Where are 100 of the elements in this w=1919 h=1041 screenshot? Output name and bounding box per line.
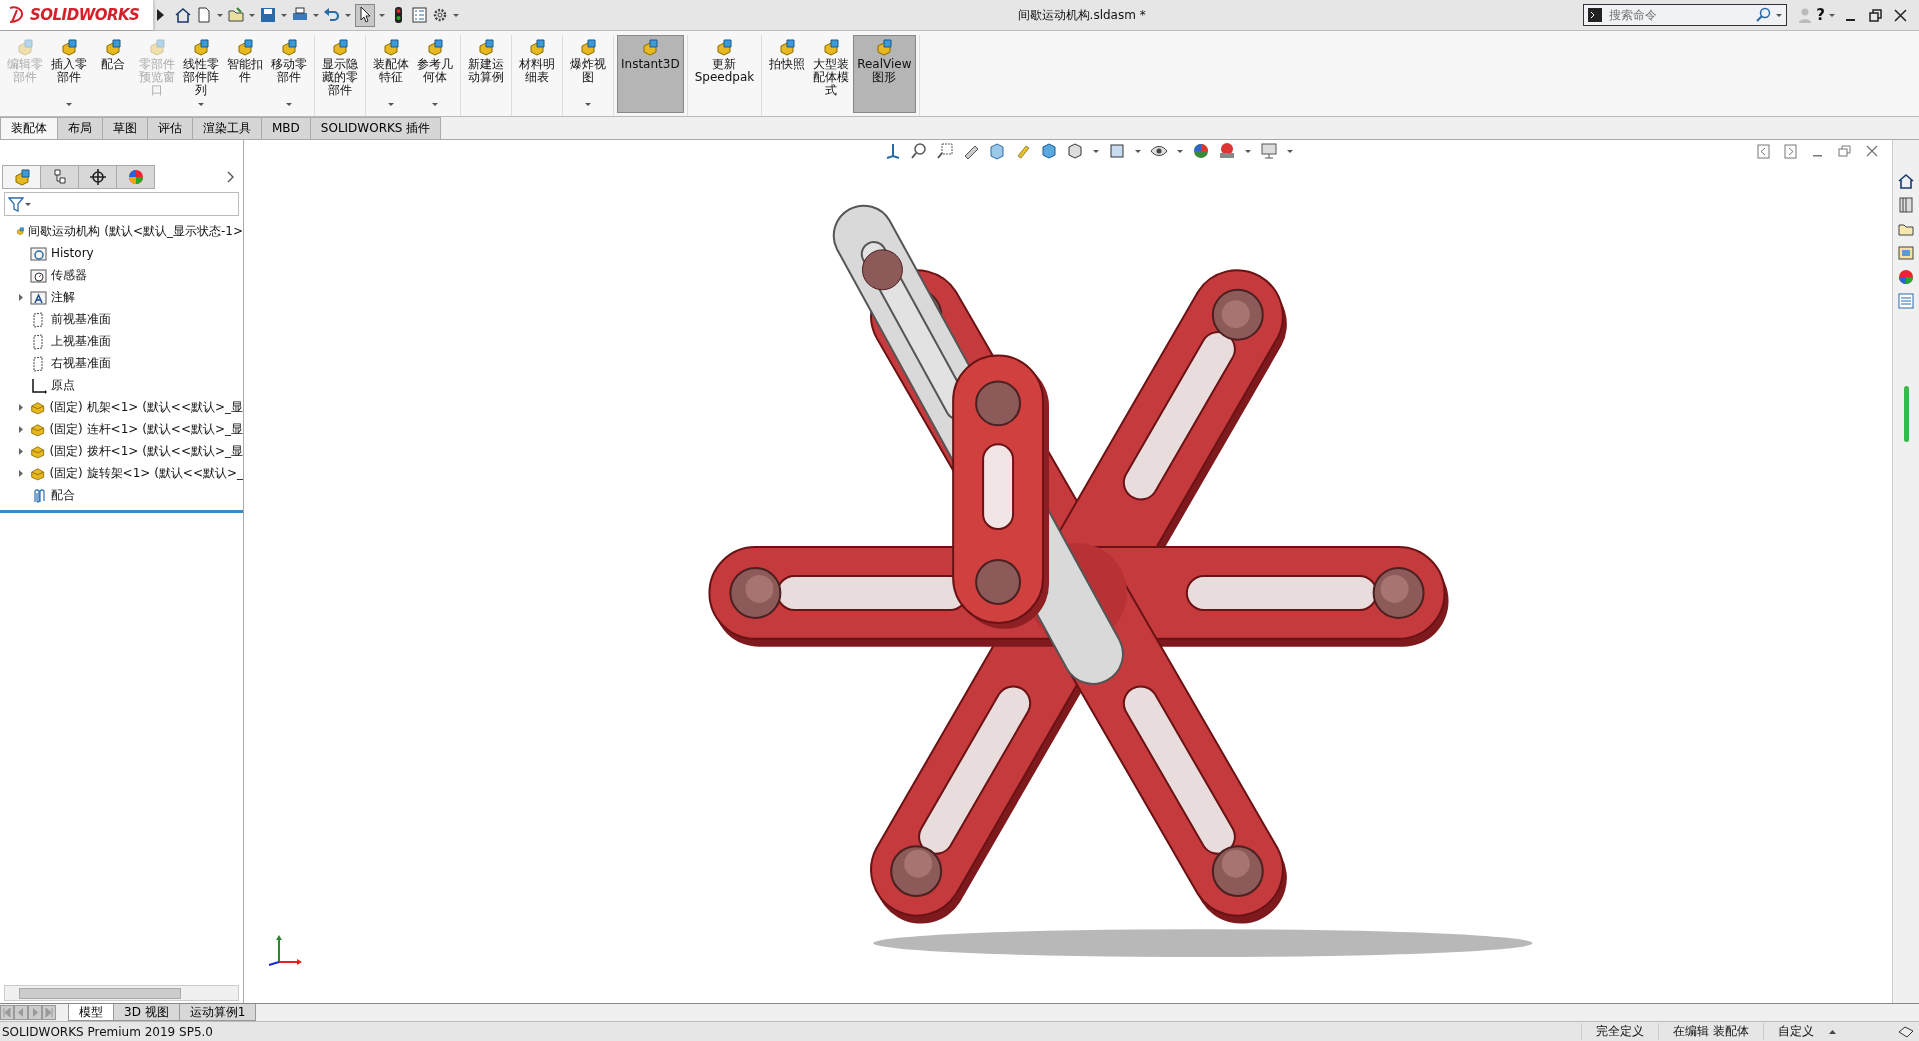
caret-icon[interactable] xyxy=(1092,147,1100,155)
command-tab[interactable]: SOLIDWORKS 插件 xyxy=(309,117,442,139)
caret-icon[interactable] xyxy=(248,11,256,19)
tree-item[interactable]: (固定) 机架<1> (默认<<默认>_显 xyxy=(49,398,243,416)
tree-item[interactable]: 原点 xyxy=(51,376,75,394)
terminal-icon xyxy=(1587,7,1604,23)
expand-arrow-icon[interactable] xyxy=(16,292,26,302)
ribbon-command-button[interactable]: 智能扣件 xyxy=(223,35,267,113)
caret-icon[interactable] xyxy=(197,101,205,108)
caret-icon[interactable] xyxy=(285,101,293,108)
ribbon-command-button[interactable]: RealView 图形 xyxy=(853,35,916,113)
help-button[interactable]: ? xyxy=(1816,6,1825,24)
status-field: 在编辑 装配体 xyxy=(1658,1023,1763,1040)
previous-pane-icon[interactable] xyxy=(1757,144,1770,159)
restore-icon[interactable] xyxy=(1869,8,1882,22)
ribbon-command-button[interactable]: 线性零部件阵列 xyxy=(179,35,223,113)
search-field[interactable]: 搜索命令 xyxy=(1583,4,1788,26)
search-input[interactable]: 搜索命令 xyxy=(1607,7,1752,23)
ribbon-command-button[interactable]: 大型装配体模式 xyxy=(809,35,854,113)
caret-icon[interactable] xyxy=(1775,11,1784,19)
monitor-icon[interactable] xyxy=(1260,142,1278,160)
ribbon-command-button[interactable]: 移动零部件 xyxy=(267,35,311,113)
caret-icon[interactable] xyxy=(431,101,439,108)
logo-wordmark: SOLIDWORKS xyxy=(30,6,140,24)
tree-item[interactable]: 前视基准面 xyxy=(51,310,111,328)
ribbon-command-button[interactable]: 材料明细表 xyxy=(515,35,559,113)
ribbon-command-button[interactable]: 配合 xyxy=(91,35,135,113)
tree-item[interactable]: 传感器 xyxy=(51,266,87,284)
expand-arrow-icon[interactable] xyxy=(16,424,26,434)
assembly-block-icon xyxy=(192,38,210,56)
caret-icon[interactable] xyxy=(344,11,352,19)
caret-icon[interactable] xyxy=(1134,147,1142,155)
caret-icon[interactable] xyxy=(216,11,224,19)
command-tab[interactable]: 装配体 xyxy=(0,117,58,139)
assembly-block-icon xyxy=(426,38,444,56)
caret-icon[interactable] xyxy=(280,11,288,19)
tree-item[interactable]: (固定) 拨杆<1> (默认<<默认>_显 xyxy=(49,442,243,460)
command-tab[interactable]: 渲染工具 xyxy=(192,117,262,139)
panel-tab[interactable] xyxy=(78,165,117,189)
caret-icon[interactable] xyxy=(1828,11,1836,19)
open-folder-icon[interactable] xyxy=(227,6,245,24)
cube-icon[interactable] xyxy=(1040,142,1058,160)
tree-item[interactable]: 配合 xyxy=(51,486,75,504)
tree-item[interactable]: 上视基准面 xyxy=(51,332,111,350)
caret-icon[interactable] xyxy=(1244,147,1252,155)
tree-item[interactable]: 间歇运动机构 (默认<默认_显示状态-1> xyxy=(28,222,243,240)
caret-up-icon[interactable] xyxy=(1828,1027,1837,1036)
filter-icon xyxy=(8,196,24,212)
tree-item[interactable]: (固定) 旋转架<1> (默认<<默认>_ xyxy=(49,464,243,482)
command-tab[interactable]: 评估 xyxy=(147,117,193,139)
expand-arrow-icon[interactable] xyxy=(16,446,26,456)
ribbon-command-button[interactable]: 拍快照 xyxy=(765,35,810,113)
caret-icon[interactable] xyxy=(312,11,320,19)
caret-icon[interactable] xyxy=(378,11,386,19)
command-tab[interactable]: MBD xyxy=(261,117,311,139)
filter-field[interactable] xyxy=(4,192,239,216)
tree-item[interactable]: History xyxy=(51,246,94,260)
ribbon-command-button[interactable]: 装配体特征 xyxy=(369,35,413,113)
home-icon[interactable] xyxy=(1897,172,1915,190)
settings-icon[interactable] xyxy=(431,6,449,24)
save-icon[interactable] xyxy=(259,6,277,24)
zoom-area-icon[interactable] xyxy=(936,142,954,160)
caret-icon[interactable] xyxy=(1286,147,1294,155)
model-tab[interactable]: 运动算例1 xyxy=(178,1004,257,1021)
color-sphere-icon[interactable] xyxy=(1192,142,1210,160)
ribbon-command-button[interactable]: Instant3D xyxy=(617,35,684,113)
expand-arrow-icon[interactable] xyxy=(16,402,26,412)
document-title: 间歇运动机构.sldasm * xyxy=(1016,6,1147,24)
box-icon[interactable] xyxy=(1108,142,1126,160)
tree-item[interactable]: 右视基准面 xyxy=(51,354,111,372)
tree-item[interactable]: (固定) 连杆<1> (默认<<默认>_显 xyxy=(49,420,243,438)
search-icon xyxy=(1755,7,1772,23)
expand-arrow-icon[interactable] xyxy=(16,468,26,478)
horizontal-scrollbar[interactable] xyxy=(4,985,239,1001)
ribbon-command-button[interactable]: 更新 Speedpak xyxy=(690,35,759,113)
command-tab[interactable]: 布局 xyxy=(57,117,103,139)
ribbon-command-button[interactable]: 显示隐藏的零部件 xyxy=(318,35,362,113)
caret-icon[interactable] xyxy=(65,101,73,108)
caret-icon[interactable] xyxy=(1176,147,1184,155)
tree-item[interactable]: 注解 xyxy=(51,288,75,306)
command-tab[interactable]: 草图 xyxy=(102,117,148,139)
close-icon[interactable] xyxy=(1894,8,1907,22)
caret-icon[interactable] xyxy=(584,101,592,108)
ds-logo-icon xyxy=(8,5,26,25)
zoom-to-fit-icon[interactable] xyxy=(910,142,928,160)
model-tab[interactable]: 模型 xyxy=(68,1004,114,1021)
view-orientation-icon[interactable] xyxy=(884,142,902,160)
caret-icon[interactable] xyxy=(24,200,32,208)
home-icon[interactable] xyxy=(174,6,192,24)
next-pane-icon[interactable] xyxy=(1784,144,1797,159)
caret-icon[interactable] xyxy=(452,11,460,19)
status-field: 完全定义 xyxy=(1581,1023,1659,1040)
expand-arrow-icon[interactable] xyxy=(154,7,166,23)
ribbon-command-button[interactable]: 插入零部件 xyxy=(47,35,91,113)
ribbon-command-button[interactable]: 参考几何体 xyxy=(413,35,457,113)
model-tab[interactable]: 3D 视图 xyxy=(113,1004,180,1021)
ribbon-command-button[interactable]: 爆炸视图 xyxy=(566,35,610,113)
ribbon-command-button[interactable]: 新建运动算例 xyxy=(464,35,508,113)
undo-icon[interactable] xyxy=(323,6,341,24)
caret-icon[interactable] xyxy=(387,101,395,108)
